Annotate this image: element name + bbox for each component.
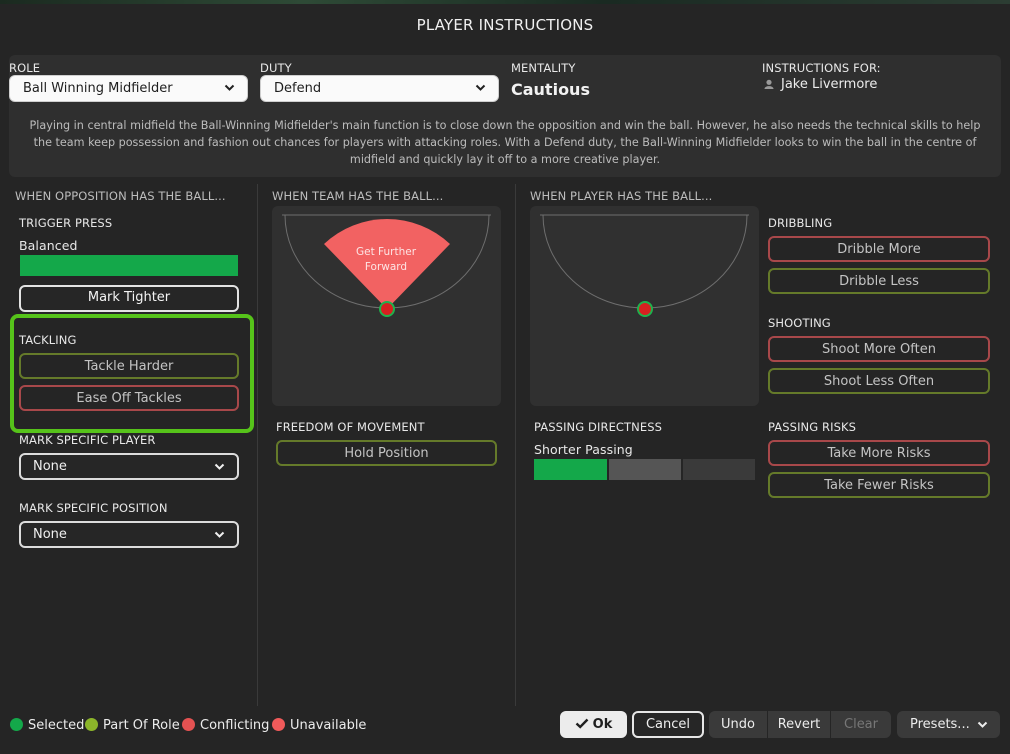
tackling-highlight-box: [10, 314, 254, 433]
passing-risks-label: PASSING RISKS: [768, 420, 857, 434]
chevron-down-icon: [214, 531, 225, 538]
mentality-value: Cautious: [511, 80, 590, 99]
conflicting-dot-icon: [182, 718, 195, 731]
take-more-risks-button[interactable]: Take More Risks: [768, 440, 990, 466]
part-of-role-dot-icon: [85, 718, 98, 731]
role-description: Playing in central midfield the Ball-Win…: [29, 119, 981, 166]
trigger-press-value: Balanced: [19, 238, 78, 253]
role-dropdown[interactable]: Ball Winning Midfielder: [9, 75, 248, 102]
legend-part-of-role-label: Part Of Role: [103, 718, 180, 733]
legend-unavailable-label: Unavailable: [290, 718, 367, 733]
player-marker-icon: [379, 301, 395, 317]
chevron-down-icon: [214, 463, 225, 470]
legend-part-of-role: Part Of Role: [85, 718, 180, 733]
passing-directness-label: PASSING DIRECTNESS: [534, 420, 663, 434]
ok-label: Ok: [592, 717, 613, 732]
passing-directness-segment[interactable]: [683, 459, 755, 480]
duty-label: DUTY: [260, 61, 292, 75]
team-ball-header: WHEN TEAM HAS THE BALL...: [272, 189, 444, 203]
mark-player-dropdown[interactable]: None: [19, 453, 239, 480]
pitch-diagram: [540, 214, 749, 317]
opposition-header: WHEN OPPOSITION HAS THE BALL...: [15, 189, 226, 203]
shooting-label: SHOOTING: [768, 316, 831, 330]
mark-position-value: None: [33, 527, 67, 542]
role-label: ROLE: [9, 61, 41, 75]
dribble-more-button[interactable]: Dribble More: [768, 236, 990, 262]
trigger-press-slider[interactable]: [20, 255, 238, 276]
passing-pitch[interactable]: [530, 206, 759, 406]
mark-player-label: MARK SPECIFIC PLAYER: [19, 433, 156, 447]
chevron-down-icon: [475, 84, 486, 91]
legend-unavailable: Unavailable: [272, 718, 366, 733]
zone-label-line-2: Forward: [365, 261, 407, 273]
person-icon: [764, 79, 774, 89]
trigger-press-label: TRIGGER PRESS: [19, 216, 113, 230]
presets-label: Presets...: [910, 717, 970, 732]
player-ball-header: WHEN PLAYER HAS THE BALL...: [530, 189, 713, 203]
role-value: Ball Winning Midfielder: [23, 81, 173, 96]
cancel-button[interactable]: Cancel: [632, 711, 704, 738]
mark-position-label: MARK SPECIFIC POSITION: [19, 501, 168, 515]
player-marker-icon: [637, 301, 653, 317]
clear-button: Clear: [831, 711, 891, 738]
passing-directness-value: Shorter Passing: [534, 442, 633, 457]
mark-tighter-button[interactable]: Mark Tighter: [19, 285, 239, 312]
legend-conflicting-label: Conflicting: [200, 718, 270, 733]
undo-button[interactable]: Undo: [709, 711, 767, 738]
passing-directness-slider[interactable]: [534, 459, 607, 480]
duty-dropdown[interactable]: Defend: [260, 75, 499, 102]
unavailable-dot-icon: [272, 718, 285, 731]
player-name-row[interactable]: Jake Livermore: [764, 77, 877, 92]
legend-selected-label: Selected: [28, 718, 85, 733]
pitch-diagram: Get Further Forward: [282, 214, 491, 317]
chevron-down-icon: [977, 721, 988, 728]
movement-pitch[interactable]: Get Further Forward: [272, 206, 501, 406]
player-name: Jake Livermore: [781, 77, 878, 92]
top-banner: [0, 0, 1010, 4]
legend-conflicting: Conflicting: [182, 718, 269, 733]
instructions-for-label: INSTRUCTIONS FOR:: [762, 61, 881, 75]
presets-dropdown[interactable]: Presets...: [897, 711, 1000, 738]
column-divider: [257, 184, 258, 706]
ok-button[interactable]: Ok: [560, 711, 627, 738]
passing-directness-segment[interactable]: [609, 459, 681, 480]
mark-player-value: None: [33, 459, 67, 474]
window-title: PLAYER INSTRUCTIONS: [416, 16, 594, 34]
shoot-more-button[interactable]: Shoot More Often: [768, 336, 990, 362]
take-fewer-risks-button[interactable]: Take Fewer Risks: [768, 472, 990, 498]
zone-label-line-1: Get Further: [356, 246, 417, 258]
freedom-label: FREEDOM OF MOVEMENT: [276, 420, 425, 434]
check-icon: [575, 718, 589, 729]
dribbling-label: DRIBBLING: [768, 216, 833, 230]
duty-value: Defend: [274, 81, 322, 96]
mark-position-dropdown[interactable]: None: [19, 521, 239, 548]
revert-button[interactable]: Revert: [768, 711, 830, 738]
shoot-less-button[interactable]: Shoot Less Often: [768, 368, 990, 394]
dribble-less-button[interactable]: Dribble Less: [768, 268, 990, 294]
hold-position-button[interactable]: Hold Position: [276, 440, 497, 466]
selected-dot-icon: [10, 718, 23, 731]
legend-selected: Selected: [10, 718, 84, 733]
column-divider: [515, 184, 516, 706]
chevron-down-icon: [224, 84, 235, 91]
mentality-label: MENTALITY: [511, 61, 576, 75]
